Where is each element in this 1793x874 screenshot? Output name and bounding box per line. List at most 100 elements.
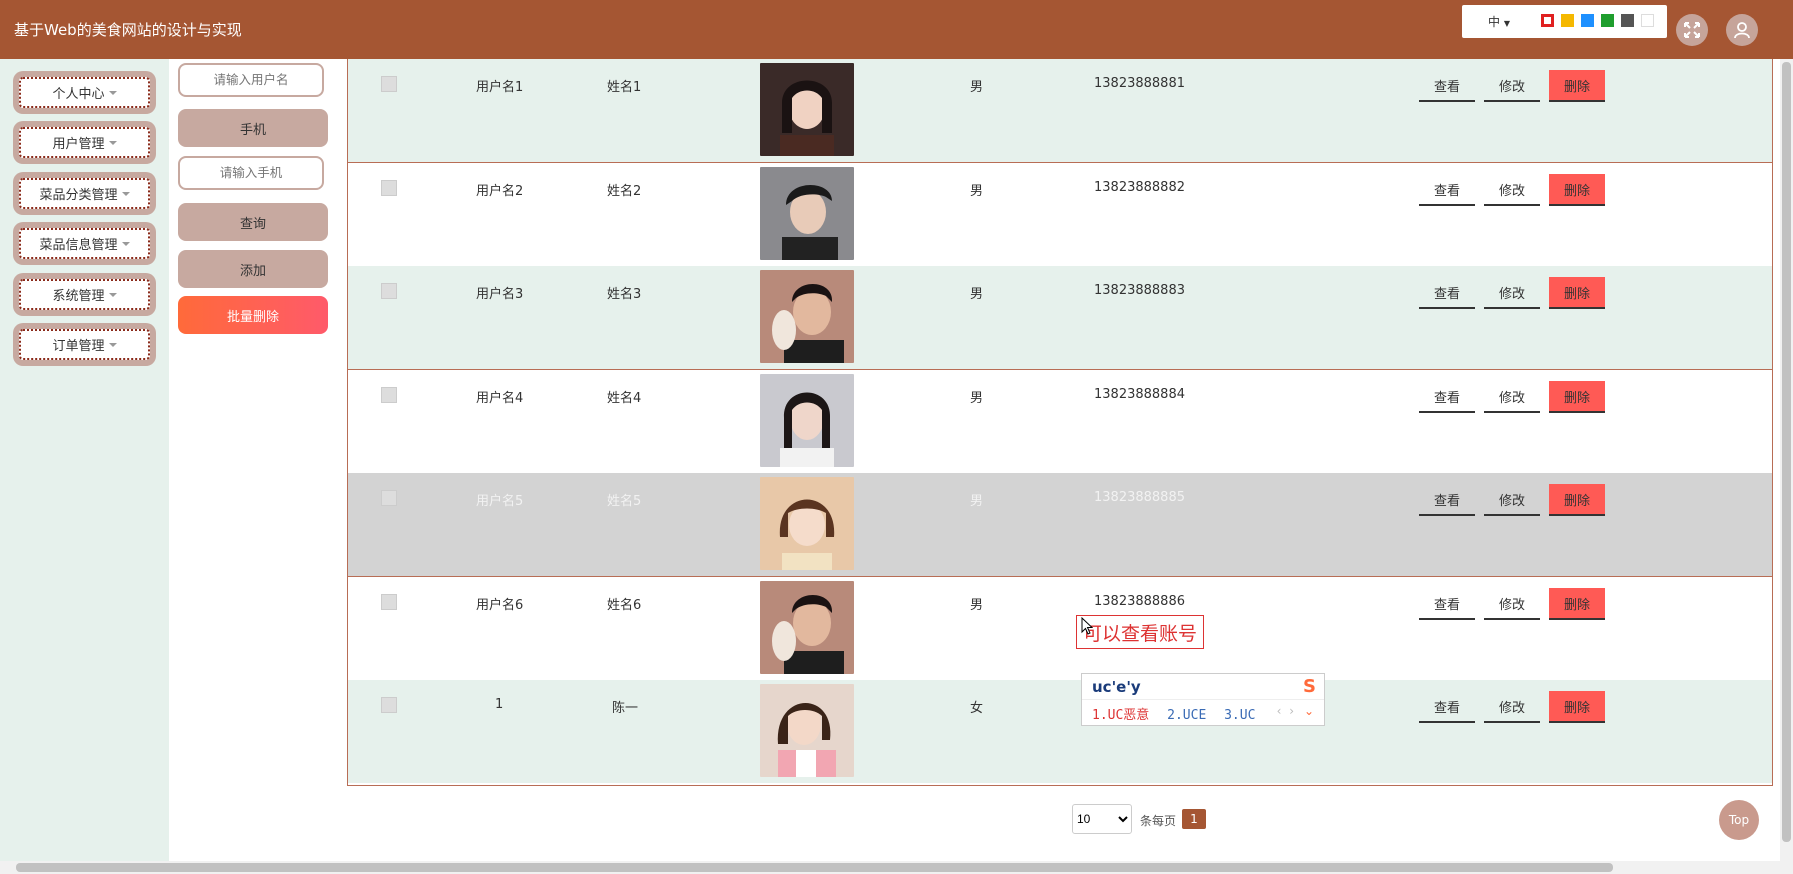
username-search-input[interactable] [178,63,324,97]
gender-cell: 男 [970,287,984,302]
user-icon [1734,22,1750,39]
delete-button[interactable]: 删除 [1549,691,1605,723]
view-button[interactable]: 查看 [1419,70,1475,102]
ime-candidate[interactable]: 3.UC [1224,708,1255,723]
row-checkbox[interactable] [381,180,397,196]
user-avatar-button[interactable] [1726,14,1758,46]
language-label: 中 [1488,15,1501,29]
chevron-left-icon[interactable]: ‹ [1277,704,1282,718]
gender-cell: 男 [970,391,984,406]
expand-icon [1684,22,1700,38]
per-page-label: 条每页 [1140,814,1177,828]
caret-down-icon [108,140,117,145]
phone-search-input[interactable] [178,156,324,190]
sidebar-item-label: 个人中心 [52,87,105,102]
edit-button[interactable]: 修改 [1484,588,1540,620]
edit-button[interactable]: 修改 [1484,277,1540,309]
delete-button[interactable]: 删除 [1549,484,1605,516]
delete-button[interactable]: 删除 [1549,70,1605,102]
sidebar-item-label: 菜品信息管理 [39,238,118,253]
ime-candidate-list: 1.UC恶意 2.UCE 3.UC [1092,704,1255,723]
edit-button[interactable]: 修改 [1484,70,1540,102]
language-switch[interactable]: 中 ▼ [1488,13,1510,30]
theme-swatch-red[interactable] [1541,14,1554,27]
delete-button[interactable]: 删除 [1549,588,1605,620]
edit-button[interactable]: 修改 [1484,691,1540,723]
row-checkbox[interactable] [381,283,397,299]
phone-label-button[interactable]: 手机 [178,109,328,147]
edit-button[interactable]: 修改 [1484,174,1540,206]
sidebar-item-label: 用户管理 [52,137,105,152]
fullscreen-button[interactable] [1676,14,1708,46]
view-button[interactable]: 查看 [1419,484,1475,516]
caret-down-icon [108,90,117,95]
phone-cell: 13823888886 [1094,594,1185,609]
theme-swatch-gray[interactable] [1621,14,1634,27]
ime-nav: ‹ › ⌄ [1277,704,1314,718]
name-cell: 姓名2 [607,184,642,199]
page-number-current[interactable]: 1 [1182,809,1206,829]
back-to-top-button[interactable]: Top [1719,800,1759,840]
add-button[interactable]: 添加 [178,250,328,288]
sidebar-item-dish-info[interactable]: 菜品信息管理 [13,222,156,265]
query-button[interactable]: 查询 [178,203,328,241]
delete-button[interactable]: 删除 [1549,174,1605,206]
view-button[interactable]: 查看 [1419,381,1475,413]
table-row: 用户名3 姓名3 男 13823888883 查看 修改 删除 [348,266,1772,370]
row-checkbox[interactable] [381,387,397,403]
name-cell: 陈一 [612,701,639,716]
username-cell: 用户名4 [476,391,524,406]
caret-down-icon [108,342,117,347]
table-row: 用户名4 姓名4 男 13823888884 查看 修改 删除 [348,370,1772,474]
table-row: 用户名5 姓名5 男 13823888885 查看 修改 删除 [348,473,1772,577]
sidebar-item-user-management[interactable]: 用户管理 [13,121,156,164]
caret-down-icon [108,292,117,297]
sidebar-item-personal-center[interactable]: 个人中心 [13,71,156,114]
phone-cell: 13823888882 [1094,180,1185,195]
table-row: 用户名2 姓名2 男 13823888882 查看 修改 删除 [348,163,1772,267]
scrollbar-thumb[interactable] [16,863,1613,872]
row-checkbox[interactable] [381,76,397,92]
scrollbar-thumb[interactable] [1782,62,1791,842]
site-title: 基于Web的美食网站的设计与实现 [14,21,242,39]
view-button[interactable]: 查看 [1419,691,1475,723]
caret-down-icon [121,191,130,196]
row-checkbox[interactable] [381,490,397,506]
ime-candidate[interactable]: 1.UC恶意 [1092,708,1149,723]
row-checkbox[interactable] [381,594,397,610]
theme-swatch-blue[interactable] [1581,14,1594,27]
view-button[interactable]: 查看 [1419,588,1475,620]
chevron-down-icon[interactable]: ⌄ [1304,704,1314,718]
theme-swatch-white[interactable] [1641,14,1654,27]
page-size-select[interactable]: 10 [1072,804,1132,834]
edit-button[interactable]: 修改 [1484,484,1540,516]
gender-cell: 男 [970,80,984,95]
chevron-down-icon: ▼ [1503,19,1510,28]
sidebar-item-system[interactable]: 系统管理 [13,273,156,316]
batch-delete-button[interactable]: 批量删除 [178,296,328,334]
phone-cell: 13823888884 [1094,387,1185,402]
phone-cell: 13823888885 [1094,490,1185,505]
delete-button[interactable]: 删除 [1549,277,1605,309]
horizontal-scrollbar[interactable] [0,861,1793,874]
username-cell: 用户名5 [476,494,524,509]
search-panel: 手机 查询 添加 批量删除 [169,59,347,874]
avatar [760,167,854,260]
sidebar-item-label: 系统管理 [52,289,105,304]
caret-down-icon [121,241,130,246]
view-button[interactable]: 查看 [1419,174,1475,206]
ime-divider [1082,699,1324,700]
row-checkbox[interactable] [381,697,397,713]
theme-swatch-green[interactable] [1601,14,1614,27]
sidebar-item-dish-category[interactable]: 菜品分类管理 [13,172,156,215]
delete-button[interactable]: 删除 [1549,381,1605,413]
chevron-right-icon[interactable]: › [1289,704,1294,718]
edit-button[interactable]: 修改 [1484,381,1540,413]
sidebar-item-orders[interactable]: 订单管理 [13,323,156,366]
ime-candidate[interactable]: 2.UCE [1167,708,1206,723]
view-button[interactable]: 查看 [1419,277,1475,309]
vertical-scrollbar[interactable] [1780,59,1793,861]
theme-swatch-yellow[interactable] [1561,14,1574,27]
username-cell: 用户名6 [476,598,524,613]
gender-cell: 男 [970,598,984,613]
